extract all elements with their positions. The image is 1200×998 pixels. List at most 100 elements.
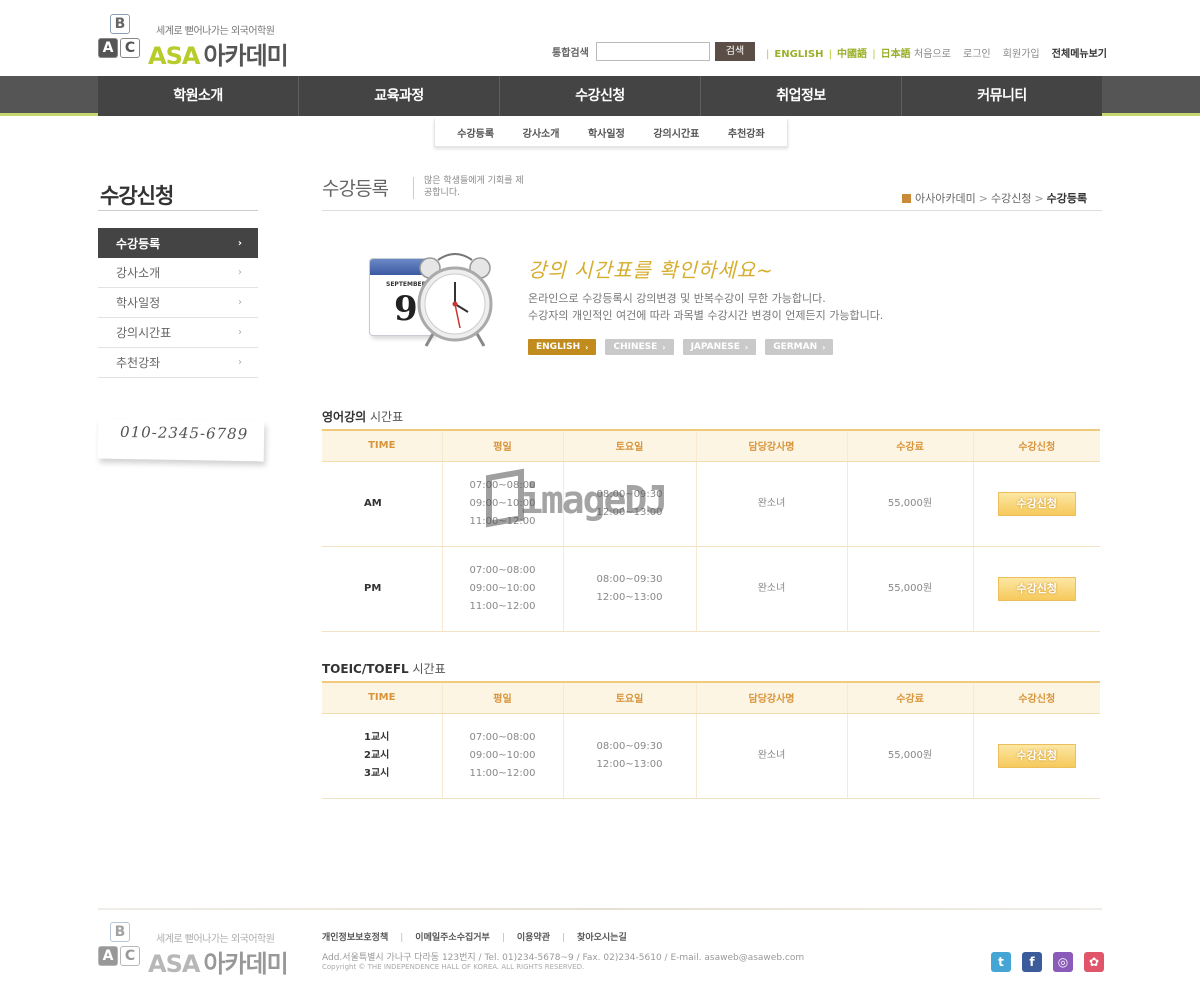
home-icon (902, 194, 911, 203)
tab-chinese[interactable]: CHINESE › (605, 339, 674, 355)
phone-card: 010-2345-6789 (97, 418, 265, 462)
nav-about[interactable]: 학원소개 (98, 76, 299, 116)
chevron-right-icon: > (978, 192, 988, 205)
col-saturday: 토요일 (562, 681, 696, 714)
logo-brand: ASA (148, 42, 200, 70)
breadcrumb-registration[interactable]: 수강신청 (991, 192, 1031, 205)
col-fee: 수강료 (846, 681, 973, 714)
sidebar-item-registration[interactable]: 수강등록 › (98, 228, 258, 258)
nav-registration[interactable]: 수강신청 (500, 76, 701, 116)
table-row: PM 07:00~08:00 09:00~10:00 11:00~12:00 08:… (322, 546, 1100, 632)
tab-label: GERMAN (773, 342, 818, 352)
privacy-link[interactable]: 개인정보보호정책 (322, 933, 388, 943)
logo-name: 아카데미 (203, 42, 288, 70)
lang-japanese-link[interactable]: 日本語 (881, 49, 911, 60)
email-refuse-link[interactable]: 이메일주소수집거부 (415, 933, 490, 943)
chevron-right-icon: › (238, 297, 242, 308)
apply-button[interactable]: 수강신청 (997, 491, 1076, 516)
directions-link[interactable]: 찾아오시는길 (577, 933, 627, 943)
logo-blocks-icon: B A C (98, 922, 146, 972)
util-links: 처음으로 로그인 회원가입 전체메뉴보기 (914, 45, 1107, 60)
chevron-right-icon: › (238, 327, 242, 338)
podcast-icon[interactable]: ◎ (1053, 952, 1073, 972)
submenu-teachers[interactable]: 강사소개 (523, 125, 560, 140)
english-timetable-title: 영어강의 시간표 (322, 408, 403, 425)
footer-copyright: Copyright © THE INDEPENDENCE HALL OF KOR… (322, 963, 585, 971)
logo-blocks-icon: B A C (98, 14, 146, 64)
time-slot: 12:00~13:00 (596, 758, 663, 770)
toeic-timetable: TIME 평일 토요일 담당강사명 수강료 수강신청 1교시 2교시 3교시 07:… (322, 681, 1100, 799)
sidebar-item-teachers[interactable]: 강사소개 › (98, 258, 258, 288)
twitter-icon[interactable]: t (991, 952, 1011, 972)
logo-wordmark: ASA 아카데미 (148, 36, 289, 71)
submenu-schedule[interactable]: 학사일정 (588, 125, 625, 140)
lang-chinese-link[interactable]: 中國語 (837, 49, 867, 60)
content-divider (322, 210, 1102, 211)
cell-fee: 55,000원 (846, 546, 973, 632)
title-bold: 영어강의 (322, 410, 367, 424)
sidebar-item-recommended[interactable]: 추천강좌 › (98, 348, 258, 378)
blog-icon[interactable]: ✿ (1084, 952, 1104, 972)
time-slot: 07:00~08:00 (469, 731, 536, 743)
col-fee: 수강료 (846, 429, 973, 462)
login-link[interactable]: 로그인 (963, 49, 991, 60)
time-slot: 11:00~12:00 (469, 767, 536, 779)
site-logo[interactable]: B A C 세계로 뻗어나가는 외국어학원 ASA 아카데미 (98, 14, 289, 70)
footer-logo: B A C 세계로 뻗어나가는 외국어학원 ASA 아카데미 (98, 922, 289, 978)
search-input[interactable] (596, 42, 710, 61)
cell-apply: 수강신청 (972, 713, 1100, 799)
promo-line-1: 온라인으로 수강등록시 강의변경 및 반복수강이 무한 가능합니다. (528, 292, 826, 305)
time-slot: 07:00~08:00 (469, 564, 536, 576)
sidebar-item-timetable[interactable]: 강의시간표 › (98, 318, 258, 348)
period-label: 2교시 (364, 749, 390, 761)
submenu-timetable[interactable]: 강의시간표 (653, 125, 699, 140)
cell-apply: 수강신청 (972, 546, 1100, 632)
cell-time: 1교시 2교시 3교시 (322, 713, 442, 799)
calendar-day: 9 (394, 289, 418, 329)
join-link[interactable]: 회원가입 (1003, 49, 1040, 60)
apply-button[interactable]: 수강신청 (997, 576, 1076, 601)
cell-apply: 수강신청 (972, 461, 1100, 547)
submenu-recommended[interactable]: 추천강좌 (728, 125, 765, 140)
cell-saturday: 08:00~09:30 12:00~13:00 (562, 713, 696, 799)
cell-time: PM (322, 546, 442, 632)
chevron-right-icon: › (822, 342, 826, 352)
submenu-registration[interactable]: 수강등록 (457, 125, 494, 140)
page-description: 많은 학생들에게 기회를 제공합니다. (424, 176, 524, 198)
apply-button[interactable]: 수강신청 (997, 743, 1076, 768)
sidebar-item-schedule[interactable]: 학사일정 › (98, 288, 258, 318)
sidebar-item-label: 추천강좌 (116, 356, 161, 370)
sidebar-divider (98, 210, 258, 211)
promo-line-2: 수강자의 개인적인 여건에 따라 과목별 수강시간 변경이 언제든지 가능합니다… (528, 309, 884, 322)
col-teacher: 담당강사명 (695, 429, 847, 462)
home-link[interactable]: 처음으로 (914, 49, 951, 60)
tab-japanese[interactable]: JAPANESE › (682, 339, 757, 355)
language-tabs: ENGLISH › CHINESE › JAPANESE › GERMAN › (528, 339, 834, 355)
sitemap-link[interactable]: 전체메뉴보기 (1052, 49, 1107, 60)
search-label: 통합검색 (552, 48, 589, 59)
nav-courses[interactable]: 교육과정 (299, 76, 500, 116)
lang-english-link[interactable]: ENGLISH (774, 49, 823, 60)
time-slot: 09:00~10:00 (469, 749, 536, 761)
breadcrumb-academy[interactable]: 아사아카데미 (915, 192, 976, 205)
facebook-icon[interactable]: f (1022, 952, 1042, 972)
nav-jobs[interactable]: 취업정보 (701, 76, 902, 116)
sidebar-item-label: 수강등록 (116, 236, 161, 251)
footer-links: 개인정보보호정책 | 이메일주소수집거부 | 이용약관 | 찾아오시는길 (322, 933, 627, 943)
watermark-text: imageDJ (520, 478, 668, 522)
chevron-right-icon: › (662, 342, 666, 352)
alarm-clock-icon (417, 253, 493, 347)
sidebar-title: 수강신청 (100, 184, 174, 208)
logo-wordmark: ASA 아카데미 (148, 944, 289, 979)
search-button[interactable]: 검색 (715, 42, 755, 61)
cell-weekday: 07:00~08:00 09:00~10:00 11:00~12:00 (441, 713, 563, 799)
tab-german[interactable]: GERMAN › (765, 339, 834, 355)
nav-community[interactable]: 커뮤니티 (902, 76, 1102, 116)
time-slot: 09:00~10:00 (469, 582, 536, 594)
terms-link[interactable]: 이용약관 (517, 933, 550, 943)
tab-english[interactable]: ENGLISH › (528, 339, 597, 355)
cell-weekday: 07:00~08:00 09:00~10:00 11:00~12:00 (441, 546, 563, 632)
main-nav: 학원소개 교육과정 수강신청 취업정보 커뮤니티 (98, 76, 1102, 116)
logo-block-b: B (110, 14, 130, 34)
cell-teacher: 완소녀 (695, 546, 847, 632)
